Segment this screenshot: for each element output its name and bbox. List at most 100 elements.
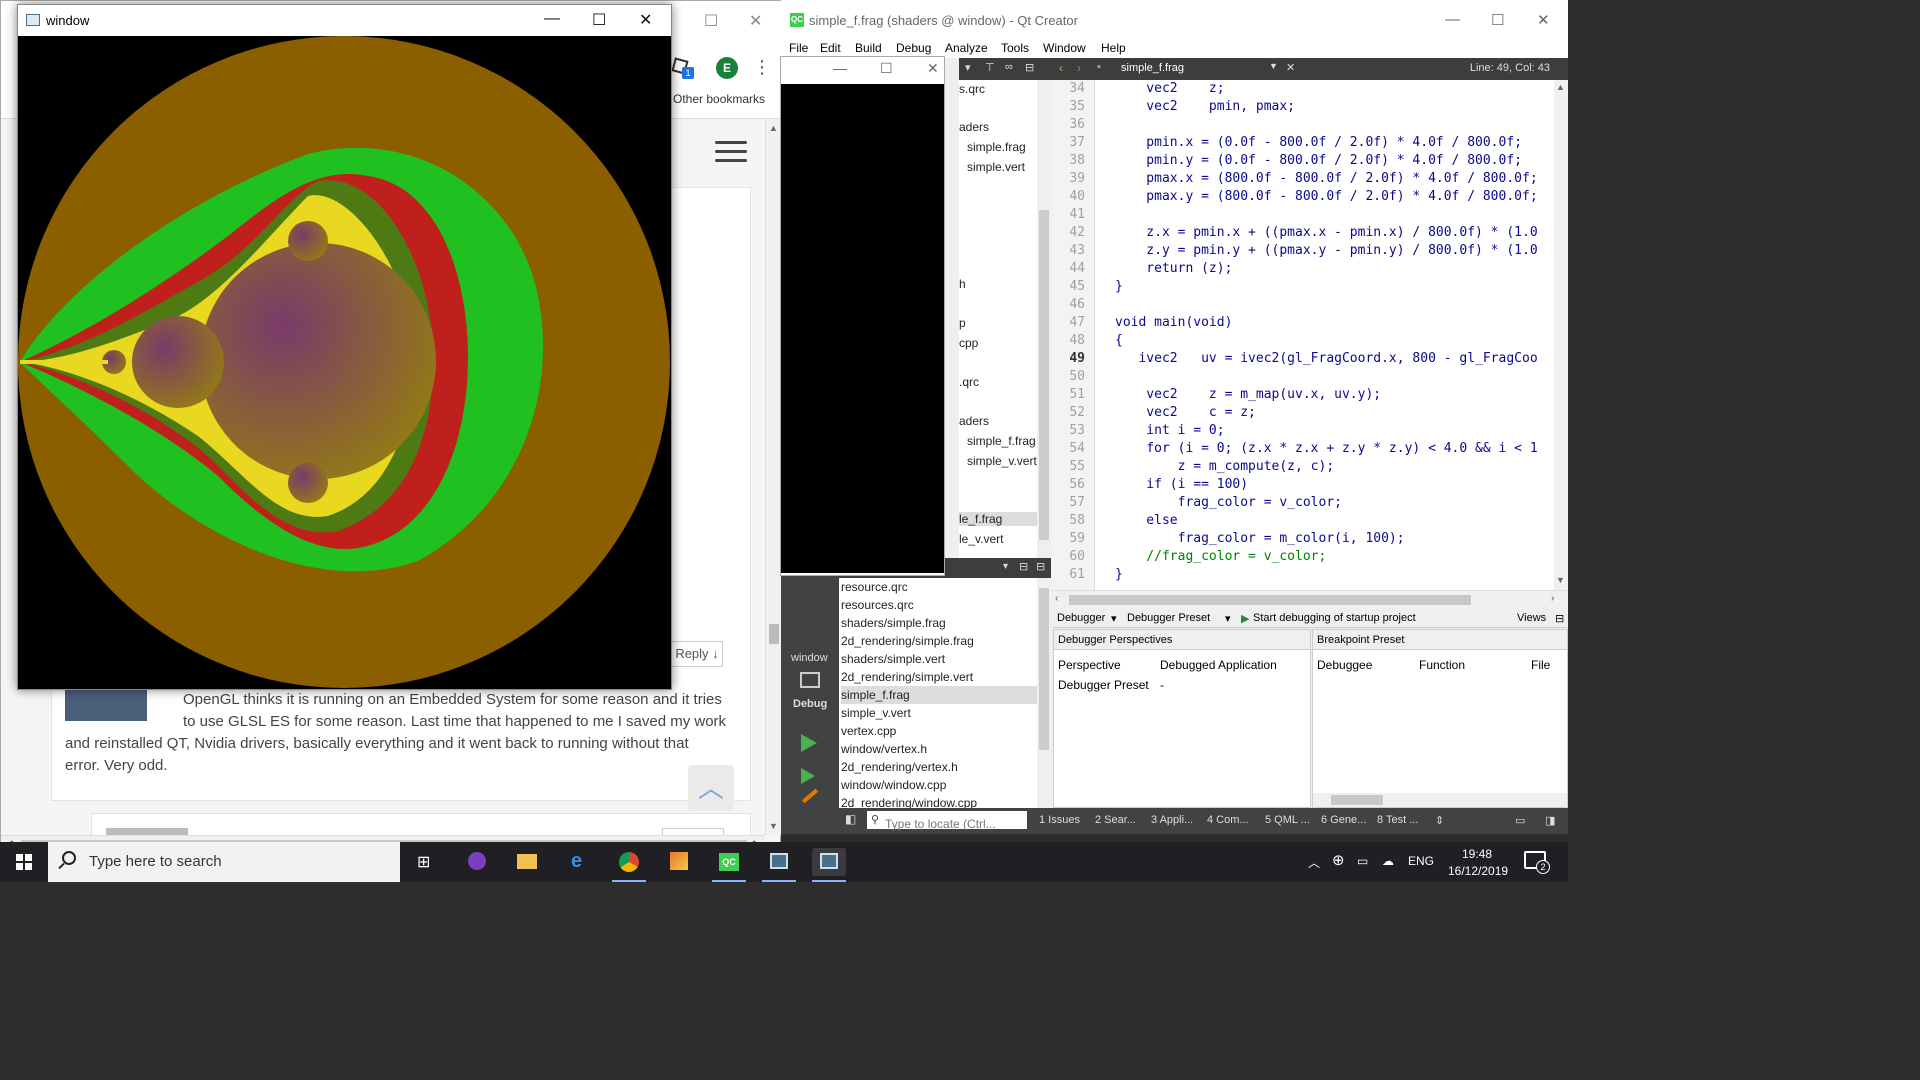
scroll-up-arrow-icon[interactable]: ▲ (769, 123, 778, 133)
code-line[interactable]: 53 int i = 0; (1051, 422, 1561, 440)
open-document-item[interactable]: 2d_rendering/simple.vert (841, 668, 1037, 686)
code-text[interactable]: frag_color = v_color; (1115, 494, 1342, 512)
taskbar-clock[interactable]: 19:48 16/12/2019 (1448, 846, 1508, 880)
chevron-down-icon[interactable]: ▼ (1269, 61, 1278, 71)
open-document-item[interactable]: resource.qrc (841, 578, 1037, 596)
cursor-position[interactable]: Line: 49, Col: 43 (1470, 62, 1550, 74)
browser-maximize-button[interactable]: ☐ (704, 11, 718, 31)
column-header[interactable]: File (1531, 658, 1550, 672)
scroll-right-arrow-icon[interactable]: › (1551, 593, 1554, 604)
code-line[interactable]: 39 pmax.x = (800.0f - 800.0f / 2.0f) * 4… (1051, 170, 1561, 188)
code-text[interactable]: int i = 0; (1115, 422, 1224, 440)
output-tab-qml[interactable]: 5 QML ... (1265, 814, 1310, 826)
battery-icon[interactable]: ▭ (1357, 854, 1368, 868)
code-text[interactable]: pmax.x = (800.0f - 800.0f / 2.0f) * 4.0f… (1115, 170, 1537, 188)
minimize-button[interactable]: — (1445, 11, 1460, 28)
project-tree-item[interactable]: s.qrc (959, 82, 985, 96)
open-document-item[interactable]: 2d_rendering/vertex.h (841, 758, 1037, 776)
project-tree-item[interactable]: cpp (959, 336, 978, 350)
code-text[interactable]: vec2 c = z; (1115, 404, 1256, 422)
profile-avatar[interactable]: E (716, 57, 738, 79)
code-line[interactable]: 55 z = m_compute(z, c); (1051, 458, 1561, 476)
scroll-thumb[interactable] (769, 624, 779, 644)
code-line[interactable]: 46 (1051, 296, 1561, 314)
scroll-to-top-button[interactable]: ︿ (688, 765, 734, 811)
file-explorer-icon[interactable] (510, 848, 544, 876)
project-tree-item[interactable]: simple.frag (967, 140, 1026, 154)
project-tree-item[interactable]: simple_v.vert (967, 454, 1037, 468)
output-tab-general[interactable]: 6 Gene... (1321, 814, 1366, 826)
build-mode-label[interactable]: Debug (793, 698, 827, 710)
code-line[interactable]: 61} (1051, 566, 1561, 584)
code-line[interactable]: 34 vec2 z; (1051, 80, 1561, 98)
code-line[interactable]: 35 vec2 pmin, pmax; (1051, 98, 1561, 116)
code-text[interactable]: ivec2 uv = ivec2(gl_FragCoord.x, 800 - g… (1115, 350, 1537, 368)
code-line[interactable]: 41 (1051, 206, 1561, 224)
browser-vertical-scrollbar[interactable]: ▲ ▼ (765, 119, 781, 835)
nav-forward-icon[interactable]: › (1077, 61, 1081, 75)
column-header[interactable]: Debuggee (1317, 658, 1372, 672)
menu-help[interactable]: Help (1101, 41, 1126, 55)
scroll-thumb[interactable] (1331, 795, 1383, 805)
close-button[interactable]: ✕ (639, 10, 652, 30)
project-tree-item[interactable]: p (959, 316, 966, 330)
other-bookmarks[interactable]: Other bookmarks (673, 92, 765, 106)
menu-debug[interactable]: Debug (896, 41, 931, 55)
code-line[interactable]: 43 z.y = pmin.y + ((pmax.y - pmin.y) / 8… (1051, 242, 1561, 260)
column-header[interactable]: Function (1419, 658, 1465, 672)
menu-analyze[interactable]: Analyze (945, 41, 988, 55)
progress-icon[interactable]: ▭ (1515, 814, 1525, 827)
browser-menu-icon[interactable]: ⋮ (753, 57, 771, 77)
project-tree-item[interactable]: le_f.frag (959, 512, 1039, 526)
scroll-thumb[interactable] (1069, 595, 1471, 605)
open-documents-scrollbar[interactable] (1037, 578, 1051, 808)
code-line[interactable]: 50 (1051, 368, 1561, 386)
maximize-button[interactable]: ☐ (1491, 11, 1504, 29)
code-text[interactable]: if (i == 100) (1115, 476, 1248, 494)
start-debugging-button[interactable]: Start debugging of startup project (1253, 612, 1416, 624)
code-text[interactable]: vec2 z; (1115, 80, 1224, 98)
split-icon[interactable]: ⊟ (1019, 560, 1028, 573)
media-player-icon[interactable] (460, 848, 494, 876)
code-text[interactable]: vec2 pmin, pmax; (1115, 98, 1295, 116)
editor-file-tab[interactable]: simple_f.frag (1121, 62, 1184, 74)
scroll-down-arrow-icon[interactable]: ▼ (769, 821, 778, 831)
qt-creator-taskbar-icon[interactable]: QC (712, 848, 746, 882)
project-tree-item[interactable]: simple_f.frag (967, 434, 1036, 448)
code-text[interactable]: z = m_compute(z, c); (1115, 458, 1335, 476)
menu-tools[interactable]: Tools (1001, 41, 1029, 55)
close-button[interactable]: ✕ (927, 60, 939, 77)
minimize-button[interactable]: — (544, 10, 560, 28)
menu-window[interactable]: Window (1043, 41, 1086, 55)
scroll-thumb[interactable] (1039, 588, 1049, 750)
project-tree-item[interactable]: aders (959, 414, 989, 428)
show-hidden-icons-icon[interactable]: ︿ (1308, 854, 1320, 871)
browser-close-button[interactable]: ✕ (749, 11, 762, 31)
code-text[interactable]: vec2 z = m_map(uv.x, uv.y); (1115, 386, 1381, 404)
code-text[interactable]: frag_color = m_color(i, 100); (1115, 530, 1405, 548)
code-text[interactable]: pmin.x = (0.0f - 800.0f / 2.0f) * 4.0f /… (1115, 134, 1522, 152)
code-text[interactable]: for (i = 0; (z.x * z.x + z.y * z.y) < 4.… (1115, 440, 1537, 458)
code-text[interactable]: { (1115, 332, 1123, 350)
nav-back-icon[interactable]: ‹ (1059, 61, 1063, 75)
code-line[interactable]: 56 if (i == 100) (1051, 476, 1561, 494)
output-tab-issues[interactable]: 1 Issues (1039, 814, 1080, 826)
scroll-left-arrow-icon[interactable]: ‹ (1055, 593, 1058, 604)
column-header[interactable]: Perspective (1058, 658, 1121, 672)
window-titlebar[interactable]: window — ☐ ✕ (18, 5, 671, 36)
code-text[interactable]: } (1115, 566, 1123, 584)
code-text[interactable]: pmin.y = (0.0f - 800.0f / 2.0f) * 4.0f /… (1115, 152, 1522, 170)
project-tree-item[interactable]: simple.vert (967, 160, 1025, 174)
code-line[interactable]: 54 for (i = 0; (z.x * z.x + z.y * z.y) <… (1051, 440, 1561, 458)
reply-button[interactable]: Reply ↓ (671, 641, 723, 667)
code-line[interactable]: 47 void main(void) (1051, 314, 1561, 332)
open-document-item[interactable]: 2d_rendering/simple.frag (841, 632, 1037, 650)
editor-horizontal-scrollbar[interactable]: ‹ › (1051, 590, 1568, 608)
toggle-sidebar-icon[interactable]: ◧ (845, 812, 856, 826)
code-text[interactable]: //frag_color = v_color; (1115, 548, 1326, 566)
minimize-button[interactable]: — (833, 60, 847, 76)
start-debug-icon[interactable]: ▶ (1241, 612, 1249, 625)
close-button[interactable]: ✕ (1537, 11, 1550, 29)
code-line[interactable]: 44 return (z); (1051, 260, 1561, 278)
code-line[interactable]: 49 ivec2 uv = ivec2(gl_FragCoord.x, 800 … (1051, 350, 1561, 368)
